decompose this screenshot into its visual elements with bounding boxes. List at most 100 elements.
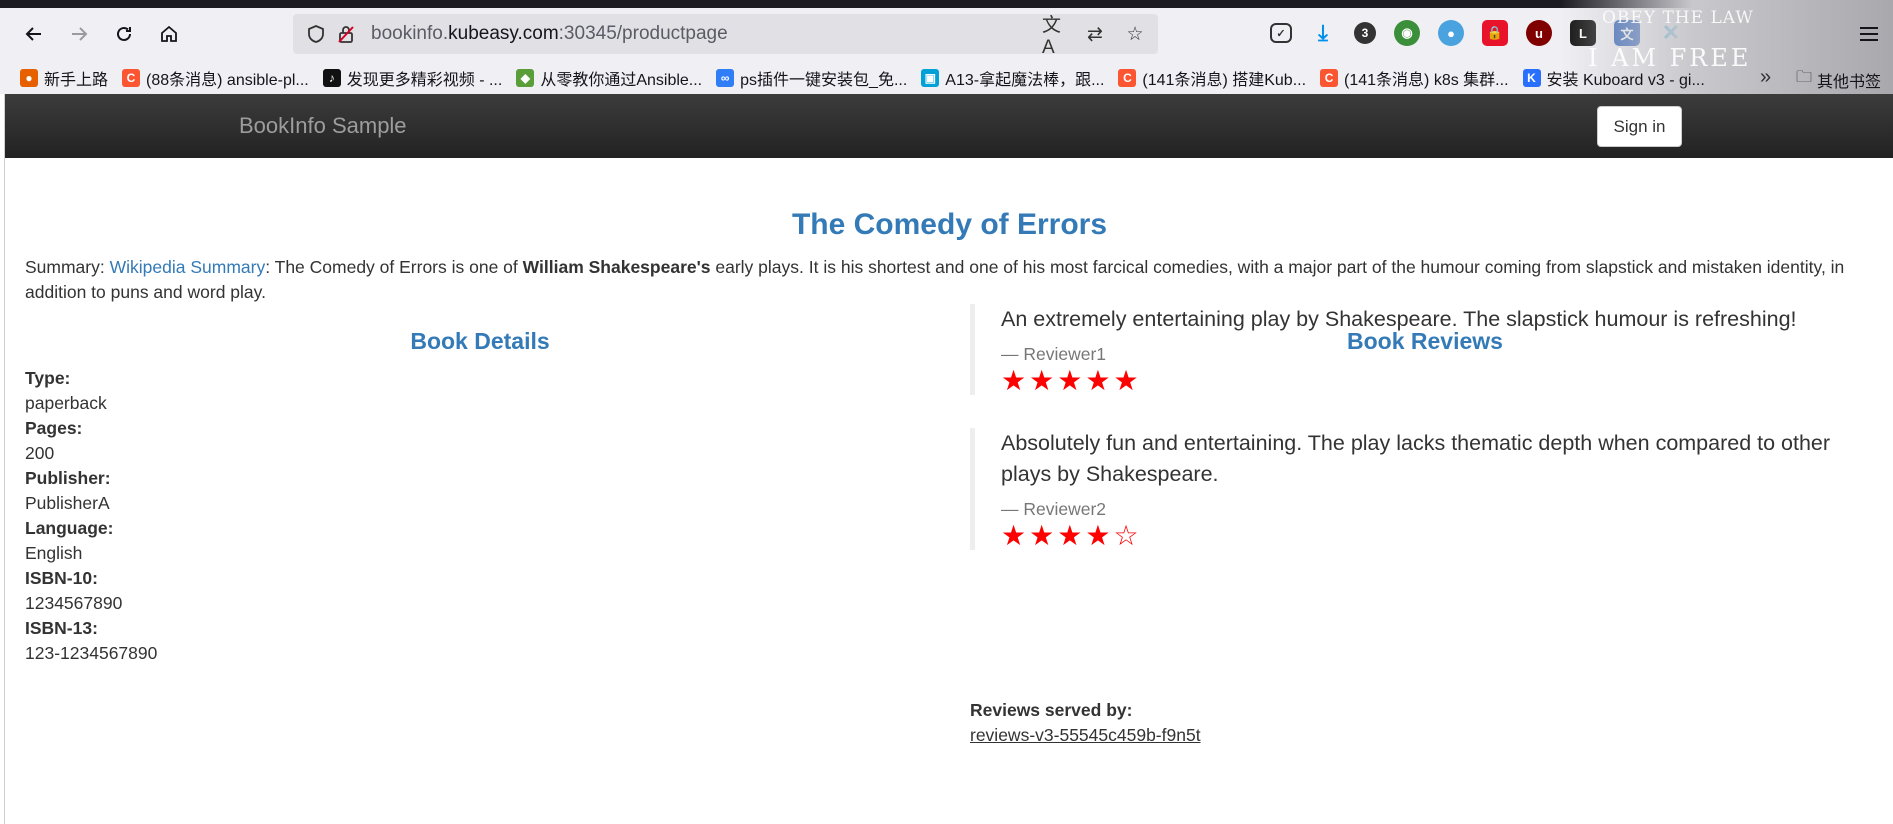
bookmark-item[interactable]: ● 新手上路: [20, 66, 108, 90]
summary-author: William Shakespeare's: [522, 257, 711, 277]
home-icon: [161, 25, 177, 42]
star-filled-icon: ★: [1057, 364, 1083, 397]
summary-text: : The Comedy of Errors is one of: [265, 257, 523, 277]
bookmarks-bar: ● 新手上路 C (88条消息) ansible-pl... ♪ 发现更多精彩视频 - .…: [0, 62, 1893, 94]
star-filled-icon: ★: [1029, 364, 1055, 397]
reviewer-name: — Reviewer2: [1001, 499, 1107, 519]
translate-icon[interactable]: 文A: [1042, 15, 1068, 58]
brand-link[interactable]: BookInfo Sample: [239, 113, 407, 139]
ublock-icon[interactable]: u: [1526, 20, 1552, 46]
detail-value: PublisherA: [25, 493, 110, 513]
reviews-served-by: Reviews served by: reviews-v3-55545c459b…: [970, 698, 1201, 748]
detail-key: Type:: [25, 368, 71, 388]
pocket-icon[interactable]: ✓: [1270, 23, 1292, 43]
detail-value: 123-1234567890: [25, 643, 158, 663]
star-rating: ★ ★ ★ ★ ★: [1001, 367, 1880, 395]
star-filled-icon: ★: [1001, 364, 1027, 397]
reload-icon: [117, 26, 131, 41]
globe-extension-icon[interactable]: ◉: [1394, 20, 1420, 46]
browser-chrome: bookinfo.kubeasy.com:30345/productpage 文…: [0, 0, 1893, 94]
bookmark-favicon-icon: K: [1522, 69, 1541, 87]
served-by-value: reviews-v3-55545c459b-f9n5t: [970, 725, 1201, 745]
bookmark-item[interactable]: C (141条消息) 搭建Kub...: [1118, 66, 1306, 90]
lock-extension-icon[interactable]: 🔒: [1482, 20, 1508, 46]
reload-button[interactable]: [107, 17, 141, 51]
chrome-extension-icon[interactable]: ●: [1438, 20, 1464, 46]
url-text[interactable]: bookinfo.kubeasy.com:30345/productpage: [371, 23, 728, 45]
bookmark-label: (141条消息) k8s 集群...: [1344, 72, 1509, 89]
summary-prefix: Summary:: [25, 257, 110, 277]
bookmark-favicon-icon: ♪: [322, 69, 341, 87]
insecure-lock-icon[interactable]: [335, 23, 357, 45]
bookmarks-overflow-icon[interactable]: »: [1760, 66, 1771, 89]
bookmark-item[interactable]: K 安装 Kuboard v3 - gi...: [1522, 66, 1705, 90]
home-button[interactable]: [152, 17, 186, 51]
bookmark-item[interactable]: ♪ 发现更多精彩视频 - ...: [322, 66, 503, 90]
bookmark-favicon-icon: C: [122, 69, 141, 87]
url-path: :30345/productpage: [558, 23, 728, 44]
served-by-label: Reviews served by:: [970, 700, 1133, 720]
bookmark-label: 从零教你通过Ansible...: [540, 72, 703, 89]
bookmark-label: A13-拿起魔法棒，跟...: [945, 72, 1105, 89]
detail-value: 1234567890: [25, 593, 123, 613]
wikipedia-summary-link[interactable]: Wikipedia Summary: [110, 257, 266, 277]
star-filled-icon: ★: [1001, 519, 1027, 552]
detail-value: 200: [25, 443, 55, 463]
bookmark-item[interactable]: ◆ 从零教你通过Ansible...: [516, 66, 702, 90]
bookmark-favicon-icon: ◆: [516, 69, 535, 87]
forward-arrow-icon: [72, 27, 88, 41]
page-translate-icon[interactable]: ⇄: [1082, 21, 1108, 47]
book-details-heading: Book Details: [410, 328, 550, 354]
star-rating: ★ ★ ★ ★ ☆: [1001, 522, 1880, 550]
downloads-icon[interactable]: ⤓: [1310, 20, 1336, 46]
page-content: BookInfo Sample Sign in The Comedy of Er…: [4, 94, 1893, 824]
bookmark-label: 新手上路: [44, 72, 109, 89]
hamburger-menu-icon[interactable]: [1857, 22, 1881, 46]
star-filled-icon: ★: [1085, 364, 1111, 397]
star-filled-icon: ★: [1057, 519, 1083, 552]
badge-count-icon[interactable]: 3: [1354, 22, 1376, 44]
navbar: BookInfo Sample Sign in: [5, 94, 1893, 158]
star-filled-icon: ★: [1085, 519, 1111, 552]
bookmark-item[interactable]: ∞ ps插件一键安装包_免...: [716, 66, 907, 90]
bookmark-item[interactable]: C (141条消息) k8s 集群...: [1320, 66, 1509, 90]
other-bookmarks[interactable]: 🗀 其他书签: [1796, 66, 1881, 93]
bookmark-item[interactable]: C (88条消息) ansible-pl...: [122, 66, 309, 90]
review-card: An extremely entertaining play by Shakes…: [970, 304, 1880, 395]
detail-key: ISBN-10:: [25, 568, 98, 588]
book-summary: Summary: Wikipedia Summary: The Comedy o…: [25, 255, 1870, 305]
review-text: An extremely entertaining play by Shakes…: [1001, 307, 1797, 331]
star-filled-icon: ★: [1029, 519, 1055, 552]
detail-key: ISBN-13:: [25, 618, 98, 638]
address-bar[interactable]: bookinfo.kubeasy.com:30345/productpage 文…: [293, 14, 1158, 58]
url-domain: kubeasy.com: [448, 23, 559, 44]
book-title: The Comedy of Errors: [791, 208, 1108, 241]
bookmark-label: 安装 Kuboard v3 - gi...: [1546, 72, 1705, 89]
url-prefix: bookinfo.: [371, 23, 449, 44]
bookmark-favicon-icon: ▣: [921, 69, 940, 87]
bookmark-favicon-icon: ∞: [716, 69, 735, 87]
theme-text-top: OBEY THE LAW: [1602, 8, 1754, 28]
bookmark-star-icon[interactable]: ☆: [1122, 21, 1148, 47]
detail-key: Publisher:: [25, 468, 111, 488]
back-button[interactable]: [17, 17, 51, 51]
detail-value: English: [25, 543, 83, 563]
star-filled-icon: ★: [1113, 364, 1139, 397]
shield-icon[interactable]: [305, 23, 327, 45]
bookmark-favicon-icon: C: [1118, 69, 1137, 87]
sign-in-button[interactable]: Sign in: [1597, 106, 1682, 147]
review-card: Absolutely fun and entertaining. The pla…: [970, 428, 1880, 550]
bookmark-label: 发现更多精彩视频 - ...: [346, 72, 503, 89]
bookmark-favicon-icon: ●: [20, 69, 38, 87]
other-bookmarks-label: 其他书签: [1817, 73, 1882, 91]
forward-button[interactable]: [62, 17, 96, 51]
bookmark-label: ps插件一键安装包_免...: [740, 72, 908, 89]
bookmark-label: (88条消息) ansible-pl...: [146, 72, 309, 89]
book-details-list: Type: paperback Pages: 200 Publisher: Publish…: [25, 366, 157, 666]
back-arrow-icon: [25, 27, 41, 41]
detail-key: Pages:: [25, 418, 83, 438]
detail-value: paperback: [25, 393, 107, 413]
bookmark-item[interactable]: ▣ A13-拿起魔法棒，跟...: [921, 66, 1104, 90]
folder-icon: 🗀: [1796, 69, 1813, 86]
bookmark-favicon-icon: C: [1320, 69, 1339, 87]
